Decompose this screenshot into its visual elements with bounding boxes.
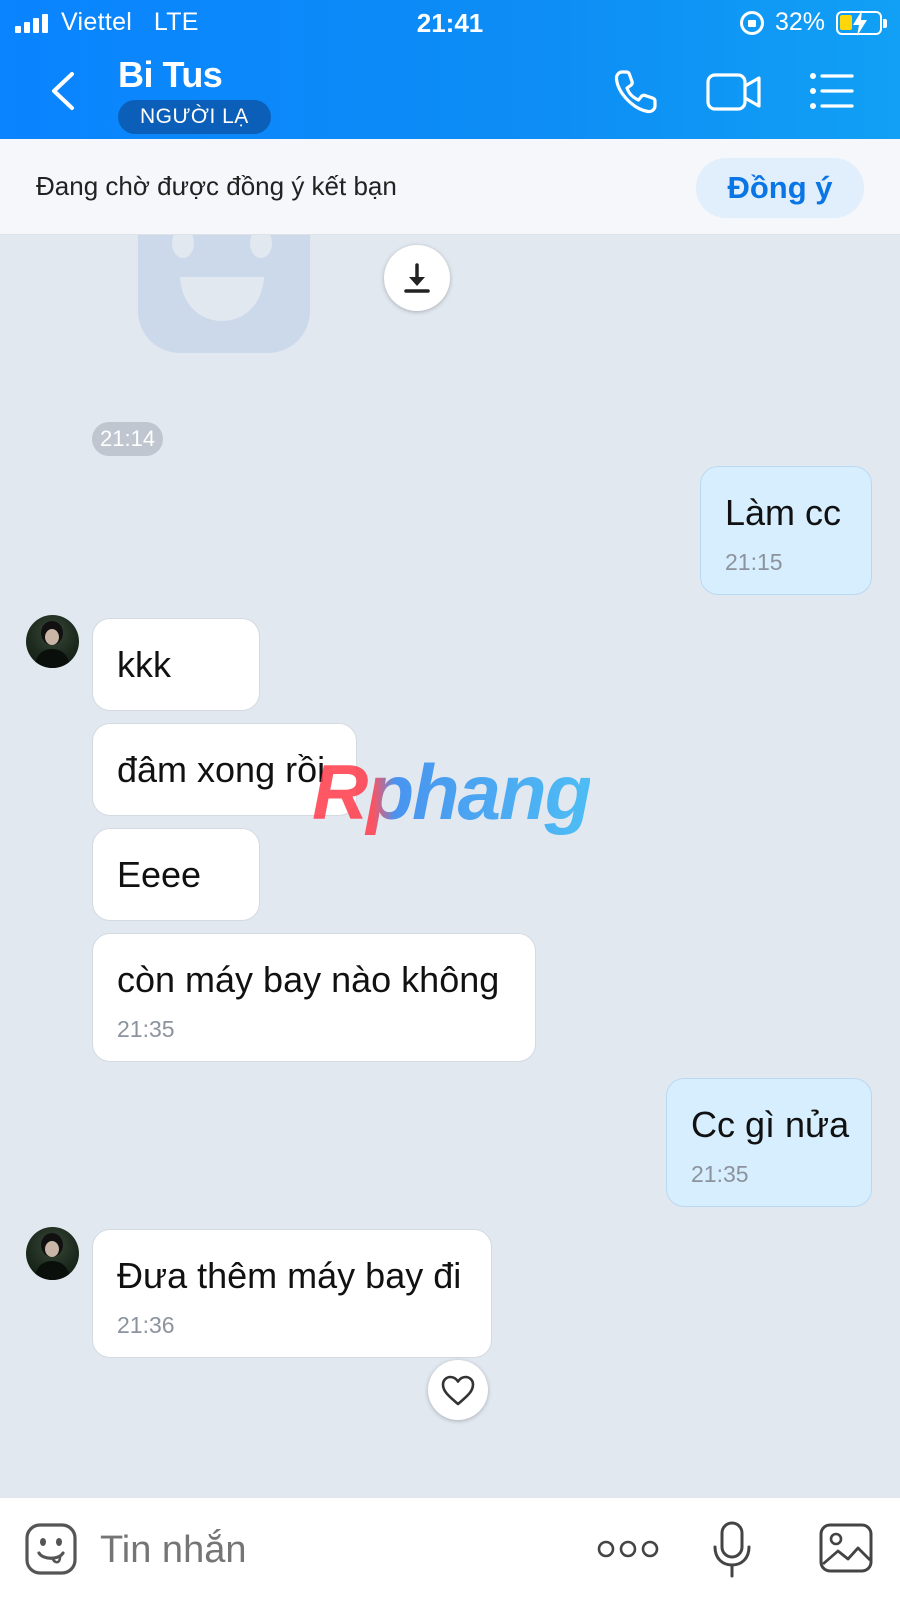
emoji-button[interactable] [24, 1522, 78, 1576]
contact-name[interactable]: Bi Tus [118, 54, 223, 96]
sticker-image[interactable] [138, 235, 318, 365]
friend-request-bar: Đang chờ được đồng ý kết bạn Đồng ý [0, 139, 900, 235]
message-bubble-incoming[interactable]: Đưa thêm máy bay đi 21:36 [92, 1229, 492, 1358]
more-dots-icon [597, 1540, 659, 1558]
phone-icon [614, 70, 657, 114]
message-text: kkk [117, 644, 171, 685]
message-bubble-incoming[interactable]: Eeee [92, 828, 260, 921]
voice-call-button[interactable] [610, 66, 662, 118]
message-text: Eeee [117, 854, 202, 895]
microphone-icon [713, 1521, 751, 1578]
message-text: còn máy bay nào không [117, 959, 500, 1000]
message-text: Làm cc [725, 492, 842, 533]
battery-percent: 32% [775, 8, 826, 36]
message-text: đâm xong rồi [117, 749, 326, 790]
battery-icon [836, 10, 887, 36]
image-icon [819, 1523, 873, 1573]
avatar-image [34, 1233, 71, 1280]
message-composer [0, 1497, 900, 1600]
message-time: 21:35 [117, 1016, 175, 1042]
message-text: Cc gì nửa [691, 1104, 850, 1145]
react-button[interactable] [428, 1360, 488, 1420]
emoji-icon [25, 1523, 77, 1575]
rotation-lock-icon [740, 11, 764, 35]
send-image-button[interactable] [818, 1522, 874, 1574]
message-bubble-incoming[interactable]: đâm xong rồi [92, 723, 357, 816]
chat-options-button[interactable] [806, 66, 858, 118]
message-input[interactable] [100, 1522, 560, 1578]
back-button[interactable] [44, 68, 84, 114]
message-bubble-incoming[interactable]: kkk [92, 618, 260, 711]
contact-avatar[interactable] [26, 1227, 79, 1280]
message-text: Đưa thêm máy bay đi [117, 1255, 462, 1296]
message-time: 21:35 [691, 1161, 749, 1187]
contact-avatar[interactable] [26, 615, 79, 668]
accept-friend-button[interactable]: Đồng ý [696, 158, 864, 218]
voice-message-button[interactable] [710, 1520, 754, 1580]
friend-request-status: Đang chờ được đồng ý kết bạn [36, 171, 397, 201]
chat-header: Viettel LTE 21:41 32% Bi Tus NGƯỜI LẠ [0, 0, 900, 139]
video-call-button[interactable] [705, 66, 761, 118]
more-options-button[interactable] [596, 1534, 660, 1564]
sticker-time: 21:14 [92, 422, 164, 456]
message-bubble-outgoing[interactable]: Làm cc 21:15 [700, 466, 872, 595]
heart-icon [441, 1375, 475, 1406]
message-bubble-outgoing[interactable]: Cc gì nửa 21:35 [666, 1078, 872, 1207]
message-time: 21:36 [117, 1312, 175, 1338]
download-button[interactable] [384, 245, 450, 311]
back-icon [52, 72, 74, 110]
menu-list-icon [810, 73, 854, 109]
charging-bolt-icon [853, 10, 867, 36]
message-bubble-incoming[interactable]: còn máy bay nào không 21:35 [92, 933, 536, 1062]
message-time: 21:15 [725, 549, 783, 575]
avatar-image [34, 621, 71, 668]
message-list[interactable]: 21:14 Làm cc 21:15 kkk đâm xong rồi Eeee… [0, 235, 900, 1497]
stranger-badge: NGƯỜI LẠ [118, 100, 271, 134]
video-camera-icon [706, 73, 761, 111]
status-time: 21:41 [416, 8, 484, 38]
status-bar: Viettel LTE 21:41 32% [0, 0, 900, 46]
download-icon [404, 263, 430, 293]
